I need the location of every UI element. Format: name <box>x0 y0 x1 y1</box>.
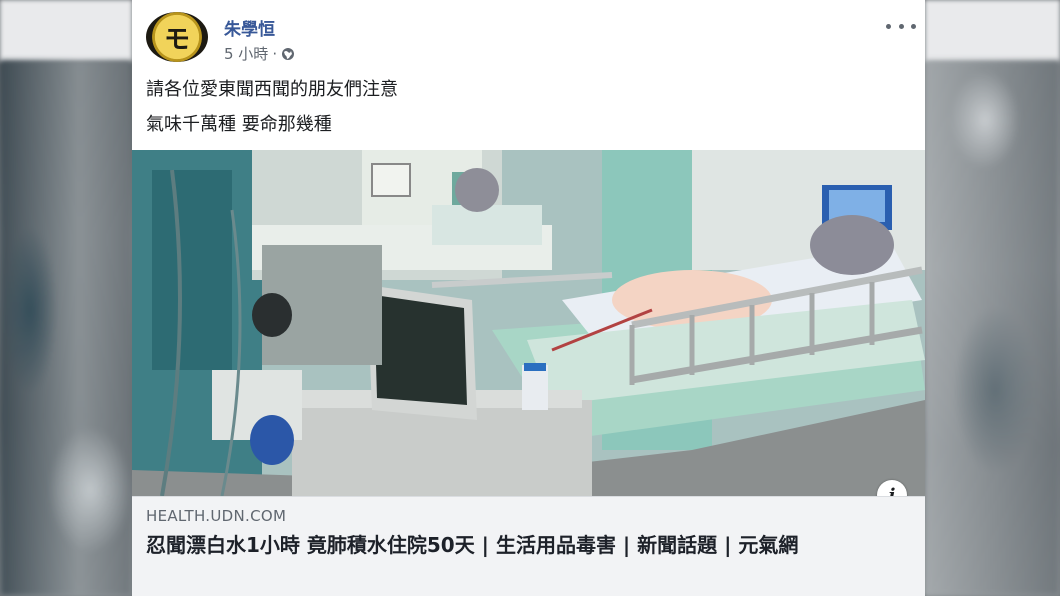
background-left-photo <box>0 60 132 596</box>
more-dot <box>898 23 904 29</box>
link-preview-image[interactable] <box>132 150 925 496</box>
link-preview-caption[interactable]: HEALTH.UDN.COM 忍聞漂白水1小時 竟肺積水住院50天 | 生活用品… <box>132 496 925 596</box>
meta-separator: · <box>272 44 278 63</box>
post-text-line: 請各位愛東聞西聞的朋友們注意 <box>146 79 398 100</box>
background-right-photo <box>925 60 1060 596</box>
more-horizontal-icon <box>886 23 891 29</box>
globe-icon[interactable] <box>281 47 295 61</box>
link-domain: HEALTH.UDN.COM <box>146 507 287 525</box>
post-text-line: 氣味千萬種 要命那幾種 <box>146 114 332 135</box>
more-dot <box>911 23 916 29</box>
post-meta: 5 小時 · <box>224 43 295 64</box>
post-timestamp[interactable]: 5 小時 <box>224 43 268 64</box>
more-options-button[interactable] <box>886 18 916 34</box>
avatar-logo-glyph: モ <box>163 24 190 55</box>
post-header: モ 朱學恒 5 小時 · <box>146 12 916 68</box>
link-title[interactable]: 忍聞漂白水1小時 竟肺積水住院50天 | 生活用品毒害 | 新聞話題 | 元氣網 <box>146 531 906 560</box>
author-name[interactable]: 朱學恒 <box>224 15 275 40</box>
post-message: 請各位愛東聞西聞的朋友們注意 氣味千萬種 要命那幾種 <box>146 78 906 148</box>
facebook-post-card: モ 朱學恒 5 小時 · 請各位愛東聞西聞的朋友們注意 氣味千萬種 要命那幾種 <box>132 0 925 596</box>
